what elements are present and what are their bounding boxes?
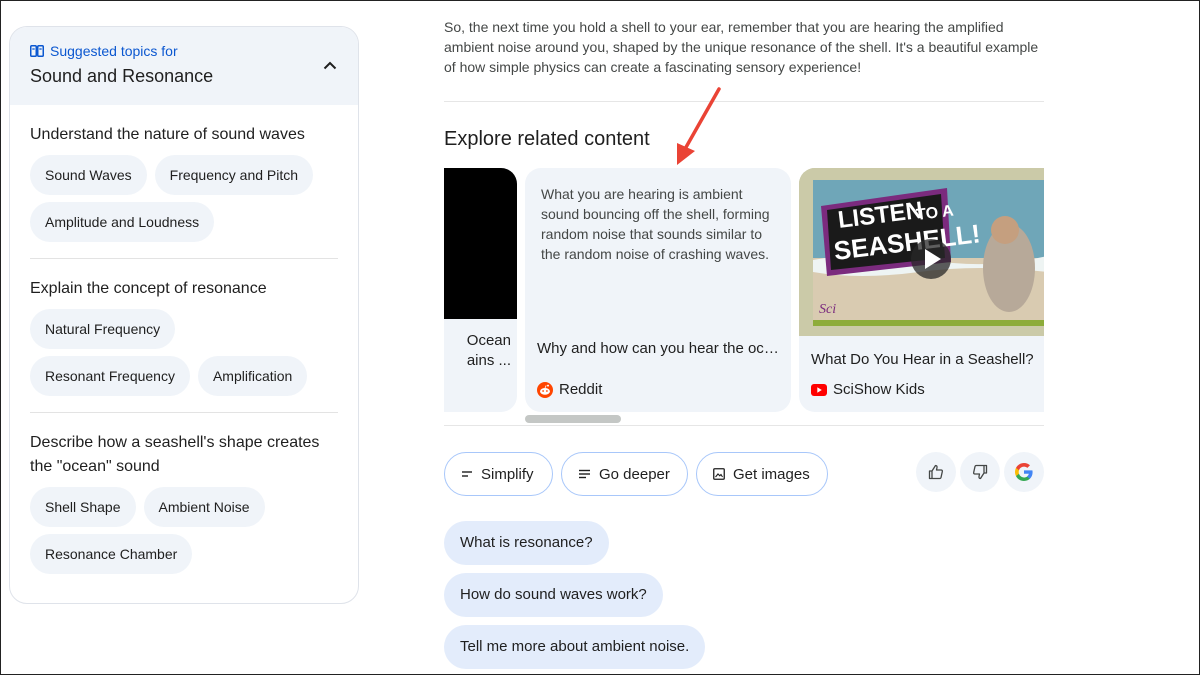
book-icon bbox=[30, 45, 44, 57]
related-card-reddit[interactable]: What you are hearing is ambient sound bo… bbox=[525, 168, 791, 412]
go-deeper-label: Go deeper bbox=[599, 465, 670, 483]
response-panel: So, the next time you hold a shell to yo… bbox=[444, 1, 1044, 496]
simplify-button[interactable]: Simplify bbox=[444, 452, 553, 496]
carousel-scrollbar[interactable] bbox=[525, 415, 621, 423]
topic-section-heading: Explain the concept of resonance bbox=[30, 280, 267, 297]
video-thumbnail: LISTEN TO A SEASHELL! Sci bbox=[799, 168, 1044, 336]
topic-section-resonance: Explain the concept of resonance Natural… bbox=[30, 258, 338, 412]
related-card-title: What Do You Hear in a Seashell? bbox=[811, 351, 1034, 368]
seashell-thumbnail-art: LISTEN TO A SEASHELL! Sci bbox=[799, 168, 1044, 336]
google-search-button[interactable] bbox=[1004, 452, 1044, 492]
thumbs-up-icon bbox=[928, 464, 943, 480]
topic-section-heading: Describe how a seashell's shape creates … bbox=[30, 434, 320, 475]
video-thumbnail bbox=[444, 168, 517, 319]
follow-up-chip[interactable]: Tell me more about ambient noise. bbox=[444, 625, 706, 669]
related-card-title: Why and how can you hear the oce... bbox=[537, 340, 779, 357]
source-name: SciShow Kids bbox=[833, 381, 925, 398]
suggested-topics-kicker-text: Suggested topics for bbox=[50, 43, 178, 59]
topic-chip-sound-waves[interactable]: Sound Waves bbox=[30, 155, 147, 195]
topic-chip-frequency-and-pitch[interactable]: Frequency and Pitch bbox=[154, 155, 314, 195]
topic-chip-resonance-chamber[interactable]: Resonance Chamber bbox=[30, 534, 193, 574]
simplify-icon bbox=[462, 471, 472, 477]
simplify-label: Simplify bbox=[481, 465, 534, 483]
go-deeper-button[interactable]: Go deeper bbox=[561, 452, 688, 496]
topic-chip-group: Sound Waves Frequency and Pitch Amplitud… bbox=[30, 155, 338, 254]
suggested-topics-body: Understand the nature of sound waves Sou… bbox=[10, 105, 358, 590]
follow-up-chip[interactable]: What is resonance? bbox=[444, 521, 609, 565]
related-content-carousel: Ocean ains ... What you are hearing is a… bbox=[444, 168, 1044, 426]
youtube-icon bbox=[811, 383, 827, 396]
topic-chip-group: Shell Shape Ambient Noise Resonance Cham… bbox=[30, 487, 338, 586]
thumbs-up-button[interactable] bbox=[916, 452, 956, 492]
related-card-title: Ocean ains ... bbox=[467, 331, 511, 371]
follow-up-chip[interactable]: How do sound waves work? bbox=[444, 573, 663, 617]
topic-section-sound-waves: Understand the nature of sound waves Sou… bbox=[30, 105, 338, 258]
related-card-source: SciShow Kids bbox=[811, 381, 925, 398]
suggested-topics-panel: Suggested topics for Sound and Resonance… bbox=[9, 26, 359, 604]
response-actions: Simplify Go deeper Get images bbox=[444, 452, 1044, 496]
source-name: Reddit bbox=[559, 381, 603, 398]
image-icon bbox=[713, 468, 725, 480]
related-card-video-partial[interactable]: Ocean ains ... bbox=[444, 168, 517, 412]
suggested-topics-title: Sound and Resonance bbox=[30, 66, 214, 86]
explore-related-heading: Explore related content bbox=[444, 128, 650, 150]
topic-chip-amplitude-and-loudness[interactable]: Amplitude and Loudness bbox=[30, 202, 215, 242]
title-fragment: ains ... bbox=[466, 352, 511, 369]
annotation-arrow-icon bbox=[677, 87, 721, 165]
title-fragment: Ocean bbox=[466, 332, 511, 349]
related-card-scishow[interactable]: LISTEN TO A SEASHELL! Sci What Do You He… bbox=[799, 168, 1044, 412]
topic-chip-amplification[interactable]: Amplification bbox=[197, 356, 308, 396]
get-images-button[interactable]: Get images bbox=[696, 452, 828, 496]
get-images-label: Get images bbox=[733, 465, 810, 483]
collapse-button[interactable] bbox=[320, 55, 340, 75]
thumbs-down-icon bbox=[973, 464, 988, 480]
topic-chip-shell-shape[interactable]: Shell Shape bbox=[30, 487, 136, 527]
svg-text:Sci: Sci bbox=[819, 302, 836, 317]
follow-up-suggestions: What is resonance? How do sound waves wo… bbox=[444, 521, 706, 675]
related-card-source: Reddit bbox=[537, 381, 602, 398]
chevron-up-icon bbox=[323, 61, 337, 69]
topic-section-seashell-shape: Describe how a seashell's shape creates … bbox=[30, 412, 338, 590]
topic-chip-natural-frequency[interactable]: Natural Frequency bbox=[30, 309, 176, 349]
response-paragraph: So, the next time you hold a shell to yo… bbox=[444, 17, 1044, 102]
topic-chip-ambient-noise[interactable]: Ambient Noise bbox=[143, 487, 265, 527]
related-card-snippet: What you are hearing is ambient sound bo… bbox=[541, 186, 770, 262]
topic-section-heading: Understand the nature of sound waves bbox=[30, 126, 305, 143]
thumbs-down-button[interactable] bbox=[960, 452, 1000, 492]
topic-chip-group: Natural Frequency Resonant Frequency Amp… bbox=[30, 309, 338, 408]
suggested-topics-kicker: Suggested topics for bbox=[30, 43, 338, 59]
reddit-icon bbox=[537, 381, 553, 398]
go-deeper-icon bbox=[579, 469, 590, 479]
suggested-topics-header: Suggested topics for Sound and Resonance bbox=[10, 27, 358, 105]
topic-chip-resonant-frequency[interactable]: Resonant Frequency bbox=[30, 356, 190, 396]
google-icon bbox=[1015, 463, 1033, 481]
